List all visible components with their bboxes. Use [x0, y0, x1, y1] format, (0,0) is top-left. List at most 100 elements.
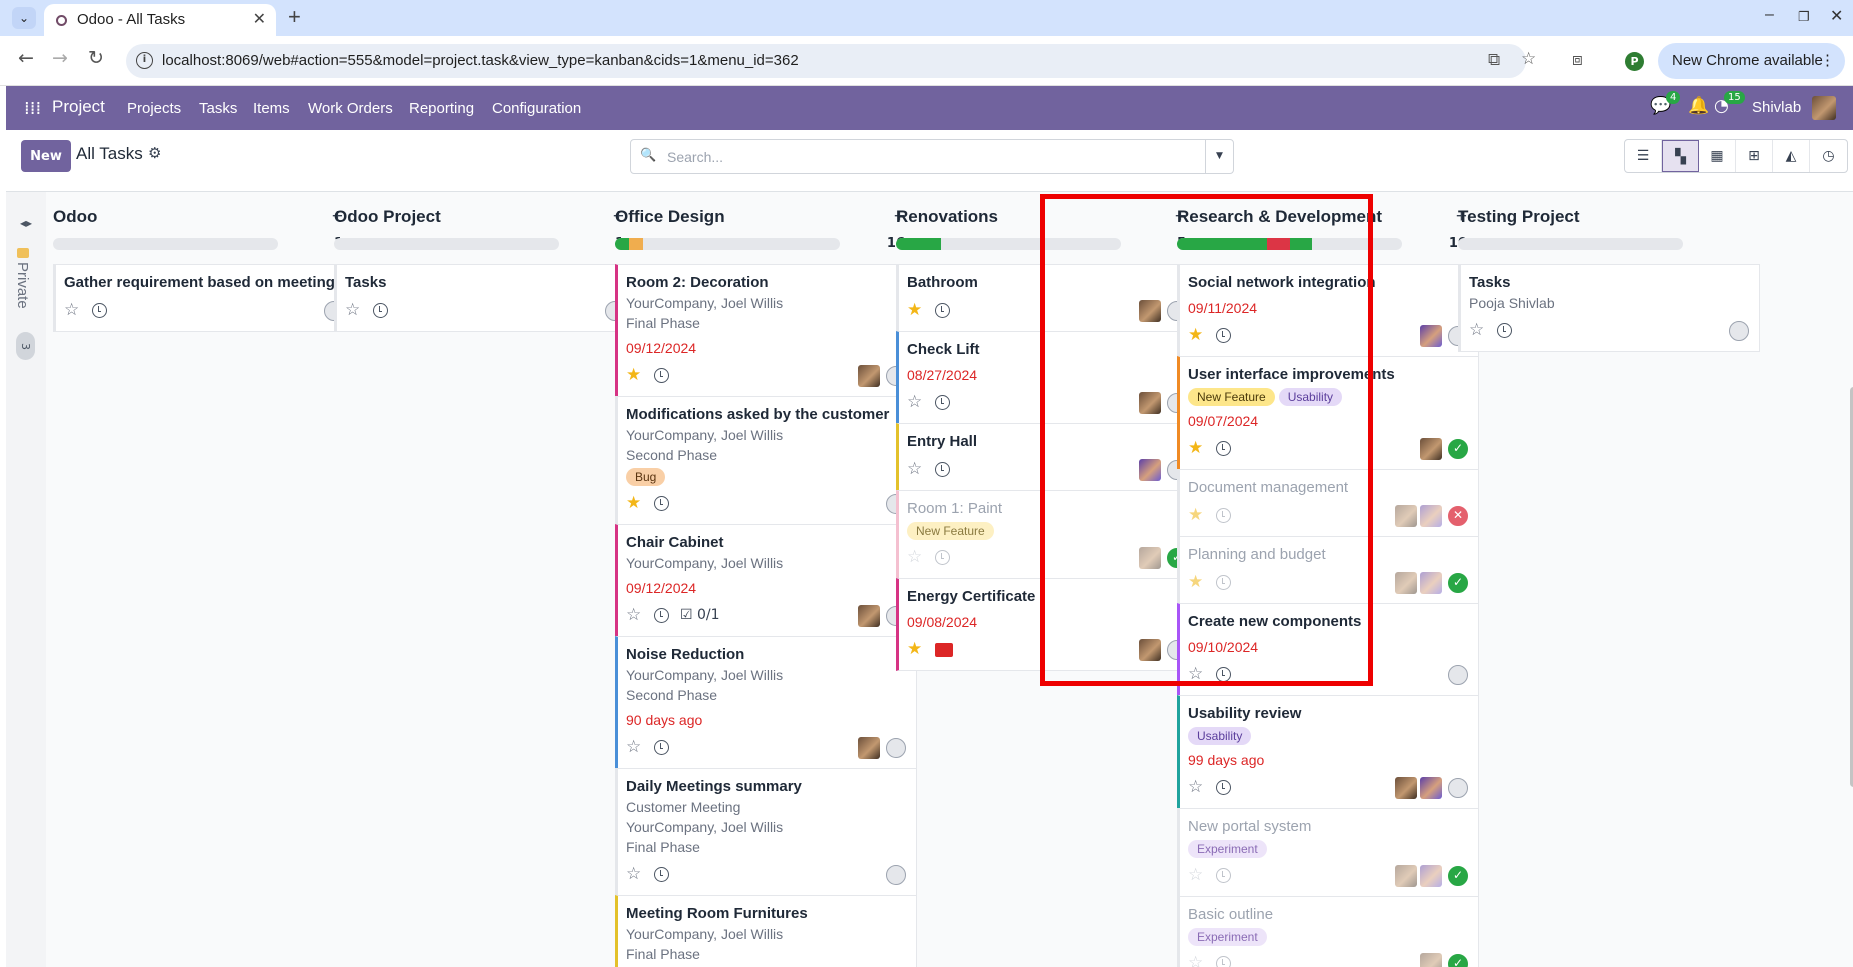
menu-work-orders[interactable]: Work Orders	[308, 100, 393, 117]
more-menu-icon[interactable]: ⋮	[1820, 51, 1835, 69]
assignee-avatar[interactable]	[1395, 777, 1417, 799]
activity-clock-icon[interactable]	[935, 395, 950, 410]
activity-clock-icon[interactable]	[1216, 780, 1231, 795]
task-title[interactable]: Bathroom	[907, 273, 1187, 293]
assignee-avatar[interactable]	[1420, 505, 1442, 527]
assignee-avatar[interactable]	[1420, 572, 1442, 594]
task-card[interactable]: Daily Meetings summary Customer Meeting Yo…	[615, 768, 917, 896]
task-title[interactable]: New portal system	[1188, 817, 1468, 837]
column-progress-bar[interactable]	[615, 238, 840, 250]
install-app-icon[interactable]: ⧉	[1488, 50, 1500, 70]
task-title[interactable]: Basic outline	[1188, 905, 1468, 925]
activity-clock-icon[interactable]	[1216, 441, 1231, 456]
priority-star-icon[interactable]: ☆	[907, 459, 922, 479]
priority-star-icon[interactable]: ☆	[626, 737, 641, 757]
task-card[interactable]: Meeting Room Furnitures YourCompany, Joel…	[615, 895, 917, 967]
column-title[interactable]: Testing Project	[1458, 207, 1580, 227]
priority-star-icon[interactable]: ☆	[1188, 777, 1203, 797]
priority-star-icon[interactable]: ★	[1188, 505, 1203, 525]
task-card[interactable]: Chair Cabinet YourCompany, Joel Willis 09/…	[615, 524, 917, 637]
task-title[interactable]: User interface improvements	[1188, 365, 1468, 385]
search-input[interactable]	[667, 146, 1187, 168]
state-in-progress-icon[interactable]	[1448, 665, 1468, 685]
activity-clock-icon[interactable]	[1216, 508, 1231, 523]
task-card[interactable]: Document management ★ ✕	[1177, 469, 1479, 537]
new-tab-plus-icon[interactable]: +	[288, 4, 301, 30]
assignee-avatar[interactable]	[1139, 392, 1161, 414]
task-title[interactable]: Tasks	[1469, 273, 1749, 293]
state-ready-icon[interactable]: ✓	[1448, 866, 1468, 886]
task-title[interactable]: Create new components	[1188, 612, 1468, 632]
progress-segment[interactable]	[1267, 238, 1290, 250]
assignee-avatar[interactable]	[1139, 300, 1161, 322]
assignee-avatar[interactable]	[1420, 777, 1442, 799]
task-title[interactable]: Meeting Room Furnitures	[626, 904, 906, 924]
task-card[interactable]: Basic outline Experiment ☆ ✓	[1177, 896, 1479, 967]
progress-segment[interactable]	[615, 238, 630, 250]
app-brand[interactable]: Project	[52, 97, 105, 117]
folded-column-private[interactable]: ◂▸ Private 3	[6, 192, 46, 967]
activity-clock-icon[interactable]	[935, 462, 950, 477]
state-ready-icon[interactable]: ✓	[1448, 954, 1468, 967]
activity-clock-icon[interactable]	[1216, 956, 1231, 967]
assignee-avatar[interactable]	[1420, 438, 1442, 460]
task-title[interactable]: Planning and budget	[1188, 545, 1468, 565]
column-title[interactable]: Renovations	[896, 207, 998, 227]
calendar-view-icon[interactable]: ▦	[1699, 140, 1736, 172]
apps-grid-icon[interactable]: ⁞⁞⁞	[24, 98, 41, 119]
actions-gear-icon[interactable]: ⚙	[148, 144, 161, 162]
priority-star-icon[interactable]: ☆	[64, 300, 79, 320]
assignee-avatar[interactable]	[1395, 865, 1417, 887]
kanban-view-icon[interactable]: ▚	[1662, 140, 1699, 172]
subtask-checklist[interactable]: ☑ 0/1	[680, 607, 720, 623]
email-icon[interactable]	[935, 643, 953, 657]
activity-clock-icon[interactable]	[1497, 323, 1512, 338]
menu-items[interactable]: Items	[253, 100, 290, 117]
task-card[interactable]: User interface improvements New Feature Us…	[1177, 356, 1479, 470]
column-progress-bar[interactable]	[896, 238, 1121, 250]
priority-star-icon[interactable]: ☆	[626, 864, 641, 884]
progress-segment[interactable]	[629, 238, 644, 250]
state-ready-icon[interactable]: ✓	[1448, 573, 1468, 593]
task-title[interactable]: Modifications asked by the customer	[626, 405, 906, 425]
url-text[interactable]: localhost:8069/web#action=555&model=proj…	[162, 52, 799, 69]
state-ready-icon[interactable]: ✓	[1448, 439, 1468, 459]
column-progress-bar[interactable]	[334, 238, 559, 250]
task-card[interactable]: Room 2: Decoration YourCompany, Joel Will…	[615, 264, 917, 397]
task-card[interactable]: Noise Reduction YourCompany, Joel Willis S…	[615, 636, 917, 769]
close-tab-icon[interactable]: ✕	[253, 9, 266, 28]
browser-tab-active[interactable]: Odoo - All Tasks ✕	[44, 4, 276, 36]
priority-star-icon[interactable]: ☆	[1188, 865, 1203, 885]
assignee-avatar[interactable]	[858, 737, 880, 759]
activity-clock-icon[interactable]	[1216, 575, 1231, 590]
expand-arrows-icon[interactable]: ◂▸	[20, 216, 32, 230]
task-card[interactable]: Planning and budget ★ ✓	[1177, 536, 1479, 604]
assignee-avatar[interactable]	[1139, 639, 1161, 661]
activity-clock-icon[interactable]	[654, 608, 669, 623]
search-options-toggle-icon[interactable]: ▼	[1205, 140, 1233, 173]
priority-star-icon[interactable]: ☆	[626, 605, 641, 625]
back-arrow-icon[interactable]: ←	[18, 47, 34, 69]
priority-star-icon[interactable]: ★	[626, 493, 641, 513]
activity-clock-icon[interactable]	[1216, 667, 1231, 682]
menu-configuration[interactable]: Configuration	[492, 100, 581, 117]
task-card[interactable]: Check Lift 08/27/2024 ☆	[896, 331, 1198, 424]
new-task-button[interactable]: New	[21, 140, 71, 172]
task-card[interactable]: Tasks Pooja Shivlab ☆	[1458, 264, 1760, 352]
task-card[interactable]: New portal system Experiment ☆ ✓	[1177, 808, 1479, 897]
progress-segment[interactable]	[896, 238, 941, 250]
task-card[interactable]: Social network integration 09/11/2024 ★	[1177, 264, 1479, 357]
state-blocked-icon[interactable]: ✕	[1448, 506, 1468, 526]
task-card[interactable]: Room 1: Paint New Feature ☆✓	[896, 490, 1198, 579]
chrome-update-button[interactable]: New Chrome available ⋮	[1658, 43, 1845, 79]
task-card[interactable]: Entry Hall ☆	[896, 423, 1198, 491]
task-card[interactable]: Modifications asked by the customer YourC…	[615, 396, 917, 525]
assignee-avatar[interactable]	[1395, 572, 1417, 594]
task-title[interactable]: Chair Cabinet	[626, 533, 906, 553]
task-title[interactable]: Noise Reduction	[626, 645, 906, 665]
task-card[interactable]: Usability review Usability 99 days ago ☆	[1177, 695, 1479, 809]
assignee-avatar[interactable]	[1420, 953, 1442, 967]
task-card[interactable]: Energy Certificate 09/08/2024 ★	[896, 578, 1198, 671]
priority-star-icon[interactable]: ★	[907, 639, 922, 659]
priority-star-icon[interactable]: ★	[1188, 325, 1203, 345]
